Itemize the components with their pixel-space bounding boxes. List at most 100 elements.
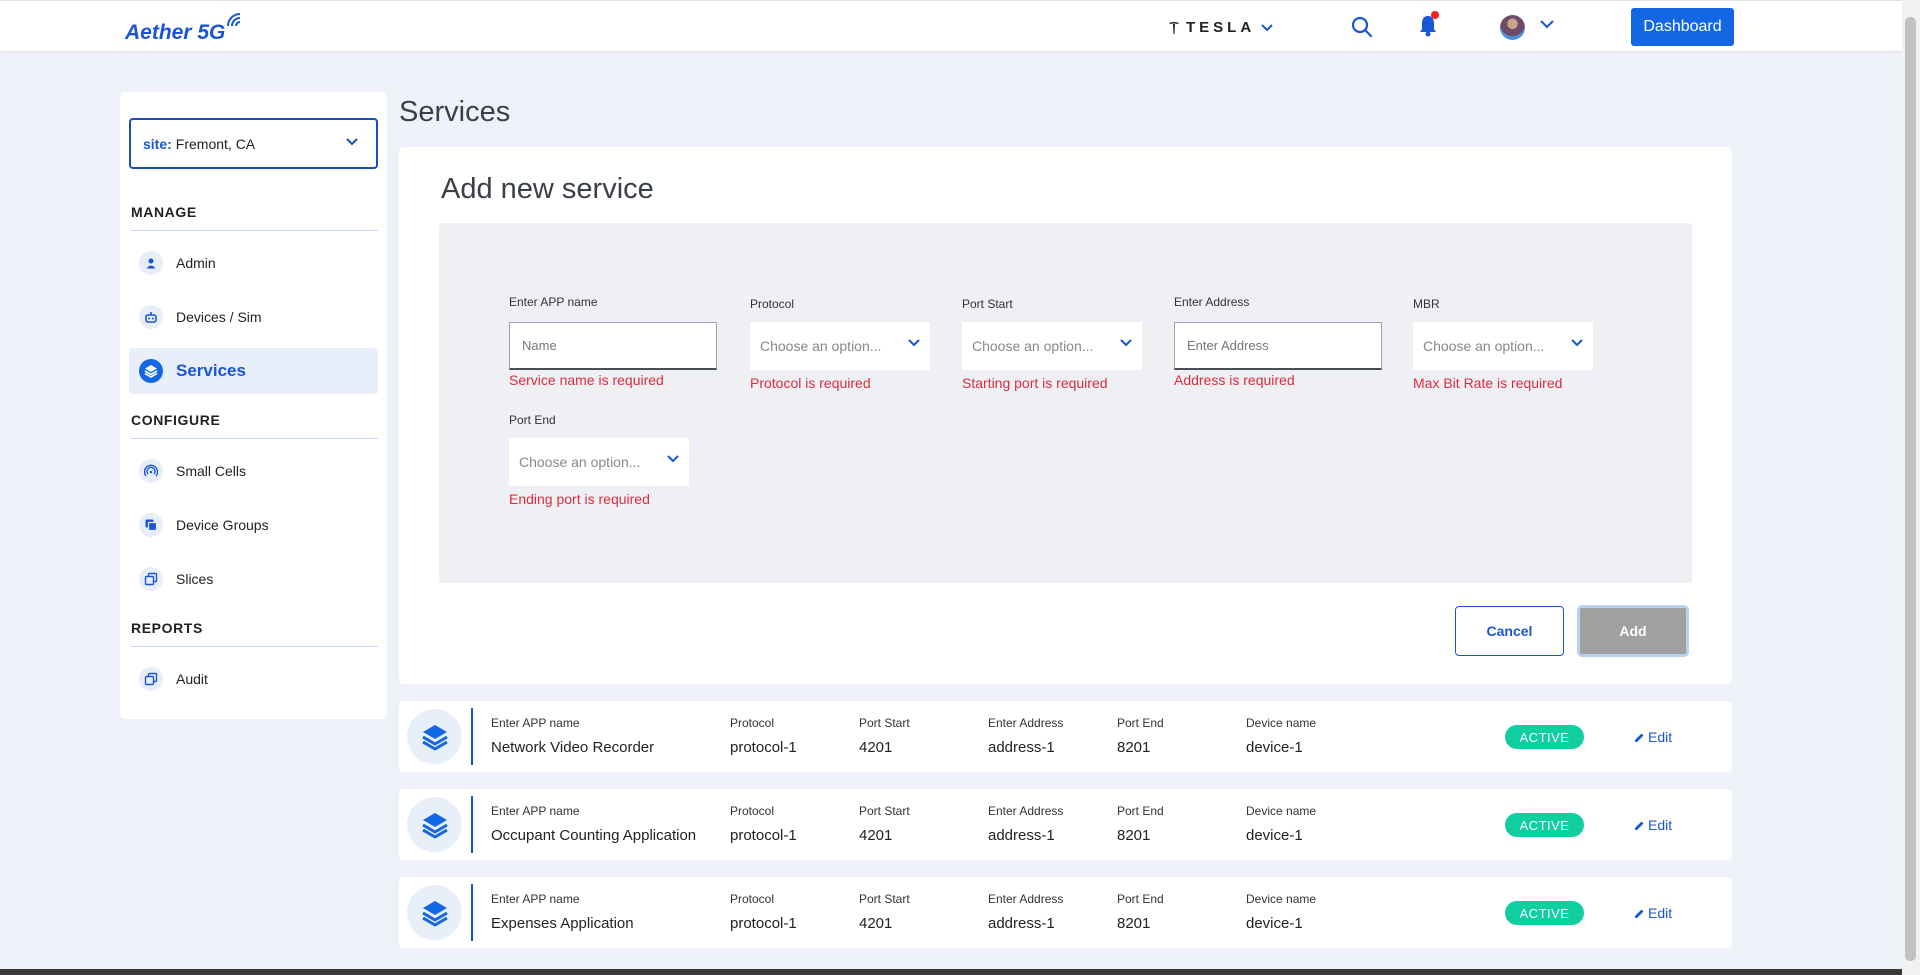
section-title-reports: REPORTS — [131, 620, 203, 636]
avatar[interactable] — [1500, 15, 1525, 40]
notification-badge — [1431, 11, 1439, 19]
tenant-selector[interactable]: TESLA — [1168, 19, 1273, 36]
sidebar-item-services[interactable]: Services — [129, 348, 378, 394]
mbr-label: MBR — [1413, 297, 1440, 311]
wifi-icon — [227, 13, 241, 27]
sidebar-item-slices[interactable]: Slices — [129, 556, 378, 602]
protocol-value: protocol-1 — [730, 739, 797, 756]
address-value: address-1 — [988, 827, 1055, 844]
chevron-down-icon — [346, 138, 358, 146]
column-label: Enter APP name — [491, 892, 580, 906]
chevron-down-icon — [1571, 339, 1583, 347]
app-name-value: Occupant Counting Application — [491, 827, 697, 844]
column-label: Port End — [1117, 892, 1164, 906]
chevron-down-icon — [1261, 23, 1273, 31]
column-label: Port End — [1117, 716, 1164, 730]
page-title: Services — [399, 96, 511, 128]
mbr-select[interactable]: Choose an option... — [1413, 322, 1593, 370]
section-divider — [131, 646, 378, 647]
chevron-down-icon — [1120, 339, 1132, 347]
port-start-label: Port Start — [962, 297, 1013, 311]
edit-label: Edit — [1648, 729, 1673, 745]
layers-icon — [407, 797, 462, 852]
port-start-column: Port Start 4201 — [859, 804, 910, 844]
cancel-button[interactable]: Cancel — [1455, 606, 1564, 656]
column-label: Device name — [1246, 804, 1317, 818]
port-end-value: 8201 — [1117, 915, 1151, 932]
add-service-card: Add new service Enter APP name Name Serv… — [399, 147, 1732, 684]
mbr-error: Max Bit Rate is required — [1413, 375, 1563, 391]
device-value: device-1 — [1246, 915, 1303, 932]
service-row: Enter APP name Expenses Application Prot… — [399, 877, 1732, 948]
add-button[interactable]: Add — [1577, 605, 1689, 657]
device-column: Device name device-1 — [1246, 892, 1316, 932]
app-name-input[interactable]: Name — [509, 322, 717, 370]
form-heading: Add new service — [441, 173, 654, 205]
column-label: Protocol — [730, 804, 775, 818]
protocol-value: protocol-1 — [730, 827, 797, 844]
column-label: Port Start — [859, 804, 910, 818]
pencil-icon — [1635, 733, 1644, 742]
slices-icon — [139, 567, 163, 591]
column-label: Device name — [1246, 716, 1317, 730]
section-title-manage: MANAGE — [131, 204, 197, 220]
edit-button[interactable]: Edit — [1634, 729, 1672, 745]
port-start-column: Port Start 4201 — [859, 892, 910, 932]
column-label: Enter Address — [988, 716, 1064, 730]
address-input[interactable]: Enter Address — [1174, 322, 1382, 370]
address-column: Enter Address address-1 — [988, 716, 1063, 756]
row-divider — [471, 708, 473, 765]
chevron-down-icon[interactable] — [1540, 20, 1554, 29]
sidebar: site: Fremont, CA MANAGE Admin Devices /… — [120, 92, 387, 719]
port-start-select[interactable]: Choose an option... — [962, 322, 1142, 370]
status-badge: ACTIVE — [1505, 813, 1584, 837]
protocol-error: Protocol is required — [750, 375, 871, 391]
app-name-value: Expenses Application — [491, 915, 634, 932]
port-end-column: Port End 8201 — [1117, 892, 1164, 932]
device-column: Device name device-1 — [1246, 804, 1316, 844]
dashboard-button[interactable]: Dashboard — [1631, 8, 1734, 46]
scrollbar-thumb[interactable] — [1905, 17, 1916, 961]
edit-button[interactable]: Edit — [1634, 817, 1672, 833]
notifications-button[interactable] — [1418, 11, 1439, 42]
tesla-logo-icon — [1169, 21, 1179, 34]
form-panel: Enter APP name Name Service name is requ… — [439, 223, 1692, 583]
chevron-down-icon — [908, 339, 920, 347]
app-logo[interactable]: Aether 5G — [125, 21, 225, 45]
sidebar-item-label: Admin — [176, 255, 216, 271]
sidebar-item-label: Audit — [176, 671, 208, 687]
address-column: Enter Address address-1 — [988, 892, 1063, 932]
chevron-down-icon — [667, 455, 679, 463]
sidebar-item-small-cells[interactable]: Small Cells — [129, 448, 378, 494]
device-value: device-1 — [1246, 739, 1303, 756]
column-label: Protocol — [730, 892, 775, 906]
device-value: device-1 — [1246, 827, 1303, 844]
protocol-label: Protocol — [750, 297, 795, 311]
column-label: Port End — [1117, 804, 1164, 818]
page-scrollbar[interactable] — [1902, 0, 1920, 975]
sidebar-item-admin[interactable]: Admin — [129, 240, 378, 286]
site-label: site: — [143, 135, 172, 152]
edit-label: Edit — [1648, 817, 1673, 833]
app-name-column: Enter APP name Expenses Application — [491, 892, 634, 932]
site-select[interactable]: site: Fremont, CA — [129, 118, 378, 169]
tenant-name: TESLA — [1186, 19, 1256, 36]
search-icon[interactable] — [1351, 16, 1373, 38]
port-end-value: 8201 — [1117, 827, 1151, 844]
site-value: Fremont, CA — [175, 135, 256, 152]
top-bar: Aether 5G TESLA Dashboard — [0, 0, 1902, 51]
service-row: Enter APP name Occupant Counting Applica… — [399, 789, 1732, 860]
port-start-column: Port Start 4201 — [859, 716, 910, 756]
section-divider — [131, 230, 378, 231]
device-column: Device name device-1 — [1246, 716, 1316, 756]
sidebar-item-device-groups[interactable]: Device Groups — [129, 502, 378, 548]
protocol-select[interactable]: Choose an option... — [750, 322, 930, 370]
audit-icon — [139, 667, 163, 691]
sidebar-item-devices-sim[interactable]: Devices / Sim — [129, 294, 378, 340]
edit-button[interactable]: Edit — [1634, 905, 1672, 921]
port-start-select-value: Choose an option... — [972, 338, 1094, 354]
port-end-select[interactable]: Choose an option... — [509, 438, 689, 486]
sidebar-item-audit[interactable]: Audit — [129, 656, 378, 702]
port-start-error: Starting port is required — [962, 375, 1108, 391]
section-title-configure: CONFIGURE — [131, 412, 221, 428]
